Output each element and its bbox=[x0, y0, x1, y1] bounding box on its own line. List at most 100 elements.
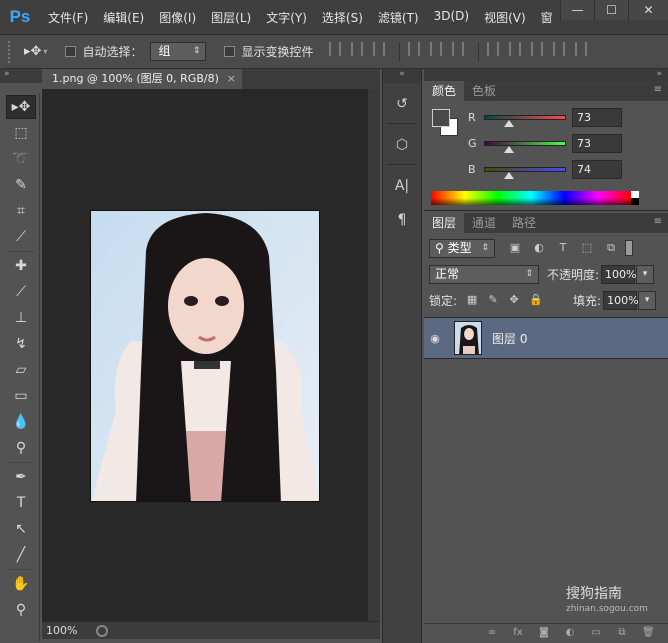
align-top-icon[interactable] bbox=[329, 41, 342, 56]
blue-thumb[interactable] bbox=[503, 171, 514, 179]
chevron-down-icon[interactable]: ▾ bbox=[43, 47, 47, 56]
tab-color[interactable]: 颜色 bbox=[424, 81, 465, 101]
type-filter-icon[interactable]: T bbox=[557, 242, 569, 254]
adjustment-filter-icon[interactable]: ◐ bbox=[533, 242, 545, 254]
path-select-tool-icon[interactable]: ↖ bbox=[6, 517, 36, 541]
delete-layer-icon[interactable]: 🗑 bbox=[642, 627, 655, 639]
layer-filter-dropdown[interactable]: ⚲ 类型 ⇕ bbox=[429, 238, 495, 258]
layer-name[interactable]: 图层 0 bbox=[492, 330, 527, 347]
distribute-bottom-icon[interactable] bbox=[531, 41, 544, 56]
healing-brush-tool-icon[interactable]: ✚ bbox=[6, 254, 36, 278]
foreground-color-swatch[interactable] bbox=[432, 109, 450, 127]
layer-row-selected[interactable]: ◉ 图层 0 bbox=[424, 317, 668, 359]
line-tool-icon[interactable]: ╱ bbox=[6, 543, 36, 567]
move-tool-preset-icon[interactable]: ▸✥ bbox=[24, 44, 41, 59]
menu-3d[interactable]: 3D(D) bbox=[434, 9, 469, 26]
filter-toggle-switch[interactable] bbox=[625, 240, 633, 256]
menu-filter[interactable]: 滤镜(T) bbox=[378, 9, 419, 26]
history-panel-icon[interactable]: ↺ bbox=[386, 91, 418, 117]
options-grip[interactable] bbox=[8, 40, 14, 63]
eraser-tool-icon[interactable]: ▱ bbox=[6, 358, 36, 382]
lock-transparency-icon[interactable]: ▦ bbox=[466, 294, 478, 306]
gradient-tool-icon[interactable]: ▭ bbox=[6, 384, 36, 408]
opacity-dropdown-icon[interactable]: ▾ bbox=[636, 264, 655, 284]
green-slider[interactable] bbox=[484, 140, 566, 153]
panel-menu-icon[interactable]: ≡ bbox=[654, 213, 662, 231]
menu-select[interactable]: 选择(S) bbox=[322, 9, 363, 26]
toolbox-collapse-icon[interactable]: » bbox=[0, 69, 42, 83]
lock-position-icon[interactable]: ✥ bbox=[508, 294, 520, 306]
hand-tool-icon[interactable]: ✋ bbox=[6, 572, 36, 596]
move-tool-icon[interactable]: ▸✥ bbox=[6, 95, 36, 119]
layer-style-fx-icon[interactable]: fx bbox=[512, 627, 524, 639]
smart-object-filter-icon[interactable]: ⧉ bbox=[605, 242, 617, 254]
opacity-field[interactable]: 100% bbox=[601, 264, 637, 284]
link-layers-icon[interactable]: ∞ bbox=[486, 627, 498, 639]
menu-layer[interactable]: 图层(L) bbox=[211, 9, 251, 26]
eyedropper-tool-icon[interactable]: ⟋ bbox=[6, 225, 36, 249]
close-tab-icon[interactable]: × bbox=[227, 69, 236, 89]
blur-tool-icon[interactable]: 💧 bbox=[6, 410, 36, 434]
distribute-left-icon[interactable] bbox=[553, 41, 566, 56]
black-white-swatch[interactable] bbox=[631, 191, 639, 205]
tab-swatches[interactable]: 色板 bbox=[464, 81, 504, 101]
crop-tool-icon[interactable]: ⌗ bbox=[6, 199, 36, 223]
align-bottom-icon[interactable] bbox=[373, 41, 386, 56]
vertical-scrollbar[interactable] bbox=[368, 89, 380, 621]
right-dock-collapse-icon[interactable]: » bbox=[424, 69, 668, 81]
show-transform-checkbox[interactable] bbox=[224, 46, 236, 57]
add-mask-icon[interactable]: ◙ bbox=[538, 627, 550, 639]
distribute-top-icon[interactable] bbox=[487, 41, 500, 56]
blue-value-field[interactable]: 74 bbox=[572, 159, 622, 179]
adjustment-layer-icon[interactable]: ◐ bbox=[564, 627, 576, 639]
align-hcenter-icon[interactable] bbox=[430, 41, 443, 56]
green-value-field[interactable]: 73 bbox=[572, 133, 622, 153]
menu-view[interactable]: 视图(V) bbox=[484, 9, 526, 26]
paragraph-panel-icon[interactable]: ¶ bbox=[386, 207, 418, 233]
lock-pixels-icon[interactable]: ✎ bbox=[487, 294, 499, 306]
3d-panel-icon[interactable]: ⬡ bbox=[386, 132, 418, 158]
tab-channels[interactable]: 通道 bbox=[464, 213, 504, 233]
new-group-icon[interactable]: ▭ bbox=[590, 627, 602, 639]
marquee-tool-icon[interactable]: ⬚ bbox=[6, 121, 36, 145]
document-photo[interactable] bbox=[90, 210, 320, 502]
menu-image[interactable]: 图像(I) bbox=[159, 9, 196, 26]
fill-field[interactable]: 100% bbox=[603, 290, 639, 310]
color-spectrum-ramp[interactable] bbox=[431, 191, 631, 205]
character-panel-icon[interactable]: A| bbox=[386, 173, 418, 199]
align-vcenter-icon[interactable] bbox=[351, 41, 364, 56]
dodge-tool-icon[interactable]: ⚲ bbox=[6, 436, 36, 460]
document-info-icon[interactable] bbox=[96, 624, 108, 637]
distribute-vcenter-icon[interactable] bbox=[509, 41, 522, 56]
menu-edit[interactable]: 编辑(E) bbox=[103, 9, 144, 26]
tab-layers[interactable]: 图层 bbox=[424, 213, 465, 233]
align-left-icon[interactable] bbox=[408, 41, 421, 56]
quick-select-tool-icon[interactable]: ✎ bbox=[6, 173, 36, 197]
lock-all-icon[interactable]: 🔒 bbox=[529, 294, 543, 306]
menu-file[interactable]: 文件(F) bbox=[48, 9, 88, 26]
panel-menu-icon[interactable]: ≡ bbox=[654, 81, 662, 99]
red-value-field[interactable]: 73 bbox=[572, 107, 622, 127]
close-button[interactable]: ✕ bbox=[628, 0, 668, 20]
auto-select-dropdown[interactable]: 组 ⇕ bbox=[150, 42, 207, 61]
lasso-tool-icon[interactable]: ➰ bbox=[6, 147, 36, 171]
auto-select-checkbox[interactable] bbox=[65, 46, 77, 57]
distribute-right-icon[interactable] bbox=[575, 41, 588, 56]
new-layer-icon[interactable]: ⧉ bbox=[616, 627, 628, 639]
align-right-icon[interactable] bbox=[452, 41, 465, 56]
history-brush-tool-icon[interactable]: ↯ bbox=[6, 332, 36, 356]
pen-tool-icon[interactable]: ✒ bbox=[6, 465, 36, 489]
dock-collapse-icon[interactable]: « bbox=[383, 69, 421, 83]
blue-slider[interactable] bbox=[484, 166, 566, 179]
pixel-filter-icon[interactable]: ▣ bbox=[509, 242, 521, 254]
red-thumb[interactable] bbox=[503, 119, 514, 127]
shape-filter-icon[interactable]: ⬚ bbox=[581, 242, 593, 254]
zoom-level[interactable]: 100% bbox=[46, 624, 86, 637]
tab-paths[interactable]: 路径 bbox=[504, 213, 544, 233]
minimize-button[interactable]: — bbox=[560, 0, 594, 20]
red-slider[interactable] bbox=[484, 114, 566, 127]
clone-stamp-tool-icon[interactable]: ⊥ bbox=[6, 306, 36, 330]
document-tab[interactable]: 1.png @ 100% (图层 0, RGB/8) × bbox=[42, 69, 242, 89]
green-thumb[interactable] bbox=[503, 145, 514, 153]
zoom-tool-icon[interactable]: ⚲ bbox=[6, 598, 36, 622]
